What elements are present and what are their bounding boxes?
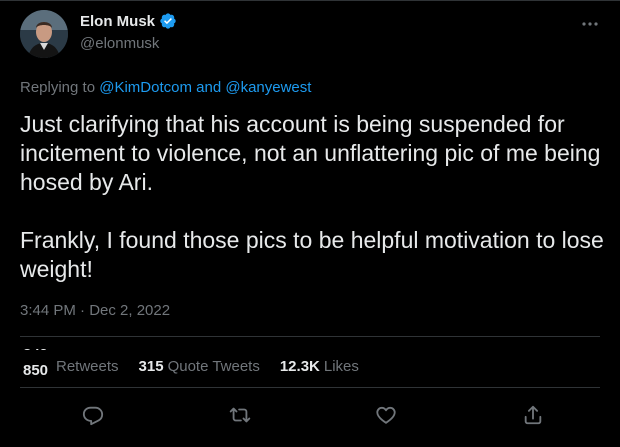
retweets-count: 850 [23, 362, 49, 379]
top-divider [0, 0, 620, 1]
heart-icon [376, 406, 396, 424]
reply-button[interactable] [73, 395, 113, 435]
tweet-paragraph-2: Frankly, I found those pics to be helpfu… [20, 227, 604, 282]
reply-user-link-2[interactable]: @kanyewest [225, 79, 311, 96]
retweets-stat[interactable]: 849 850 Retweets [20, 349, 119, 379]
quote-tweets-label: Quote Tweets [167, 358, 260, 375]
tweet-stats: 849 850 Retweets 315 Quote Tweets 12.3K … [20, 349, 379, 379]
avatar-image [20, 10, 68, 58]
retweets-count-roller: 849 850 [20, 349, 54, 379]
tweet-actions [0, 395, 620, 435]
tweet-text: Just clarifying that his account is bein… [20, 110, 605, 284]
retweets-count-previous: 849 [23, 349, 48, 354]
retweets-label: Retweets [56, 358, 119, 375]
likes-stat[interactable]: 12.3K Likes [280, 358, 359, 375]
tweet-detail: Elon Musk @elonmusk Replying to @KimDotc… [0, 0, 620, 447]
retweet-button[interactable] [220, 395, 260, 435]
replying-to: Replying to @KimDotcom and @kanyewest [20, 79, 311, 96]
actions-top-divider [20, 387, 600, 388]
likes-label: Likes [323, 358, 359, 375]
quote-tweets-stat[interactable]: 315 Quote Tweets [139, 358, 260, 375]
more-dots-icon[interactable] [576, 10, 604, 38]
quote-tweets-count: 315 [138, 358, 164, 375]
verified-badge-icon [159, 12, 177, 30]
share-button[interactable] [513, 395, 553, 435]
author-name-row: Elon Musk [80, 12, 177, 30]
share-upload-icon [524, 405, 542, 425]
author-handle[interactable]: @elonmusk [80, 35, 159, 52]
reply-bubble-icon [82, 406, 104, 426]
reply-joiner: and [191, 79, 226, 96]
likes-count: 12.3K [279, 358, 320, 375]
author-display-name[interactable]: Elon Musk [80, 13, 155, 30]
stats-top-divider [20, 336, 600, 337]
like-button[interactable] [366, 395, 406, 435]
replying-to-prefix: Replying to [20, 79, 100, 96]
reply-user-link-1[interactable]: @KimDotcom [99, 79, 192, 96]
avatar[interactable] [20, 10, 68, 58]
tweet-paragraph-1: Just clarifying that his account is bein… [20, 111, 601, 195]
retweet-arrows-icon [229, 407, 251, 423]
tweet-timestamp[interactable]: 3:44 PM · Dec 2, 2022 [20, 302, 170, 319]
